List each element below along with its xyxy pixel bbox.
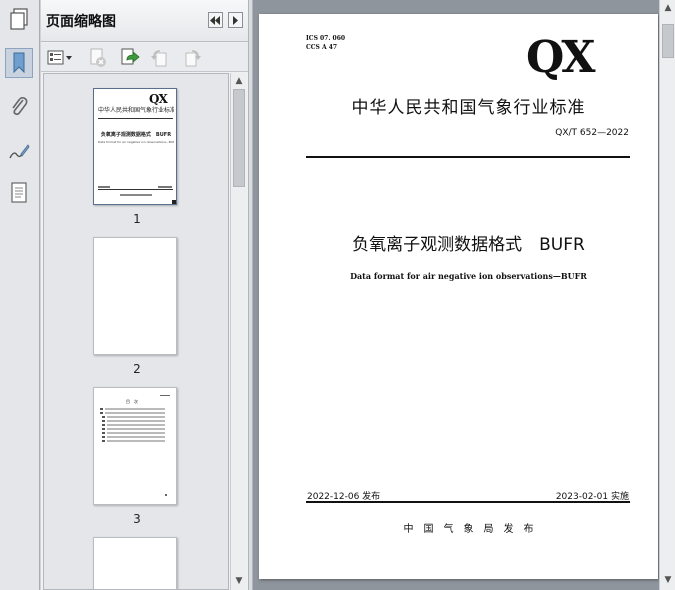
thumbnail-label-1: 1: [133, 212, 141, 226]
thumbnail-options-icon: [47, 50, 72, 65]
thumb-rule-bottom: [98, 189, 173, 190]
thumbnail-list[interactable]: QX 中华人民共和国气象行业标准 负氧离子观测数据格式 BUFR Data fo…: [43, 73, 229, 590]
document-view[interactable]: ICS 07. 060 CCS A 47 QX 中华人民共和国气象行业标准 QX…: [253, 0, 659, 590]
extract-page-button[interactable]: [119, 47, 141, 69]
scroll-down-arrow-icon[interactable]: ▼: [233, 575, 245, 587]
thumb3-toc-lines: [100, 408, 165, 442]
scroll-up-arrow-icon[interactable]: ▲: [662, 2, 674, 14]
thumbnail-scrollbar[interactable]: ▲ ▼: [230, 73, 246, 590]
qx-logo: QX: [526, 32, 595, 83]
collapse-panel-button[interactable]: [208, 12, 223, 28]
thumbnail-scrollbar-thumb[interactable]: [233, 89, 245, 187]
thumb-text-mark: [120, 194, 152, 196]
thumbnail-label-3: 3: [133, 512, 141, 526]
panel-title: 页面缩略图: [46, 14, 116, 30]
scroll-up-arrow-icon[interactable]: ▲: [233, 75, 245, 87]
pages-icon[interactable]: [5, 4, 33, 34]
rotate-right-icon: [185, 50, 201, 67]
chevron-right-icon: [233, 15, 238, 25]
thumb-doc-title: 负氧离子观测数据格式 BUFR: [100, 132, 172, 138]
page-thumbnails-panel: 页面缩略图 QX 中华人民共和国气象行业标准 负氧离子观测数据格式 BUFR D…: [41, 0, 248, 590]
thumb-text-mark: [158, 186, 172, 188]
thumb-rule: [98, 118, 173, 119]
thumb3-page-mark: [165, 494, 167, 496]
delete-page-icon: [90, 48, 106, 67]
signature-icon[interactable]: [5, 136, 33, 166]
issuer: 中 国 气 象 局 发 布: [403, 524, 534, 535]
ics-code: ICS 07. 060: [306, 35, 346, 42]
header-rule: [306, 156, 630, 158]
navigation-rail: [0, 0, 40, 590]
thumbnail-options-button[interactable]: [46, 47, 74, 69]
pdf-reader-window: 页面缩略图 QX 中华人民共和国气象行业标准 负氧离子观测数据格式 BUFR D…: [0, 0, 675, 590]
thumbnail-toolbar: [41, 43, 248, 72]
thumb-subtitle: Data format for air negative ion observa…: [98, 140, 174, 144]
thumbnail-page-1[interactable]: QX 中华人民共和国气象行业标准 负氧离子观测数据格式 BUFR Data fo…: [93, 88, 177, 205]
thumbnail-page-3[interactable]: 目 次: [93, 387, 177, 505]
thumbnail-page-4[interactable]: [93, 537, 177, 589]
layers-icon[interactable]: [5, 178, 33, 208]
document-scrollbar[interactable]: ▲ ▼: [659, 0, 675, 590]
scroll-down-arrow-icon[interactable]: ▼: [662, 574, 674, 586]
rotate-right-button[interactable]: [181, 47, 203, 69]
panel-header: 页面缩略图: [41, 0, 248, 42]
thumb-text-mark: [98, 186, 110, 188]
thumbnail-label-2: 2: [133, 362, 141, 376]
bookmark-icon[interactable]: [5, 48, 33, 78]
footer-rule: [306, 501, 630, 503]
thumb3-heading: 目 次: [126, 399, 138, 404]
document-scrollbar-thumb[interactable]: [662, 24, 674, 58]
standard-type: 中华人民共和国气象行业标准: [351, 98, 586, 118]
attachment-icon[interactable]: [5, 92, 33, 122]
ccs-code: CCS A 47: [306, 44, 338, 51]
extract-page-icon: [121, 48, 140, 65]
thumb-standard-type: 中华人民共和国气象行业标准: [98, 107, 174, 114]
document-page: ICS 07. 060 CCS A 47 QX 中华人民共和国气象行业标准 QX…: [259, 14, 658, 579]
delete-page-button[interactable]: [87, 47, 109, 69]
rotate-left-button[interactable]: [149, 47, 171, 69]
expand-panel-button[interactable]: [228, 12, 243, 28]
document-title-en: Data format for air negative ion observa…: [350, 271, 587, 281]
thumbnail-page-2[interactable]: [93, 237, 177, 355]
double-chevron-left-icon: [210, 15, 220, 25]
document-title: 负氧离子观测数据格式 BUFR: [352, 235, 585, 255]
thumb-logo: QX: [149, 92, 168, 106]
rotate-left-icon: [151, 50, 167, 67]
thumb-resize-handle[interactable]: [172, 200, 176, 204]
standard-code: QX/T 652—2022: [555, 128, 629, 138]
thumb3-mark: [160, 395, 170, 396]
